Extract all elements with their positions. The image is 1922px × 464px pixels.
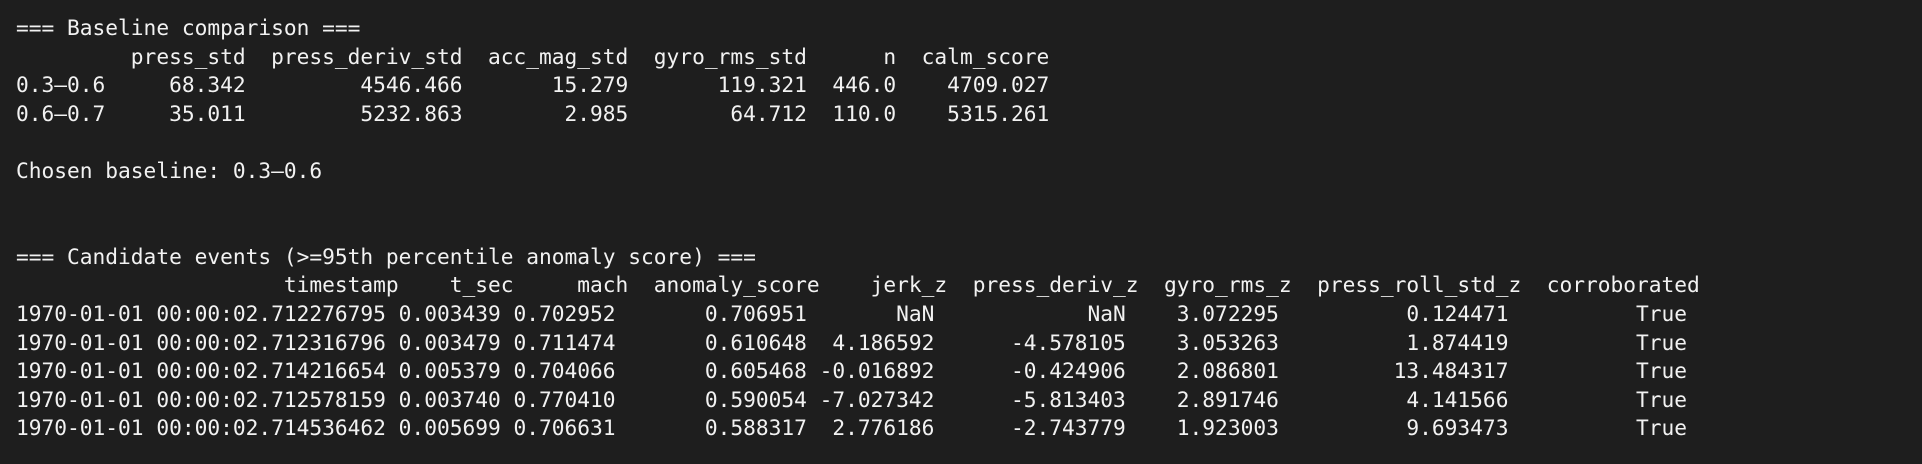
chosen-baseline-text: Chosen baseline: 0.3–0.6 bbox=[16, 157, 323, 183]
events-table-row: 1970-01-01 00:00:02.714536462 0.005699 0… bbox=[16, 415, 1688, 441]
events-table-row: 1970-01-01 00:00:02.714216654 0.005379 0… bbox=[16, 358, 1688, 384]
terminal-output[interactable]: === Baseline comparison === press_std pr… bbox=[0, 0, 1922, 464]
events-table-row: 1970-01-01 00:00:02.712578159 0.003740 0… bbox=[16, 386, 1688, 412]
candidate-events-section-header: === Candidate events (>=95th percentile … bbox=[16, 243, 756, 269]
baseline-table-row: 0.6–0.7 35.011 5232.863 2.985 64.712 110… bbox=[16, 100, 1050, 126]
baseline-table-row: 0.3–0.6 68.342 4546.466 15.279 119.321 4… bbox=[16, 72, 1050, 98]
baseline-table-header: press_std press_deriv_std acc_mag_std gy… bbox=[16, 43, 1050, 69]
events-table-row: 1970-01-01 00:00:02.712316796 0.003479 0… bbox=[16, 329, 1688, 355]
events-table-row: 1970-01-01 00:00:02.712276795 0.003439 0… bbox=[16, 300, 1688, 326]
events-table-header: timestamp t_sec mach anomaly_score jerk_… bbox=[16, 272, 1700, 298]
baseline-section-header: === Baseline comparison === bbox=[16, 15, 361, 40]
